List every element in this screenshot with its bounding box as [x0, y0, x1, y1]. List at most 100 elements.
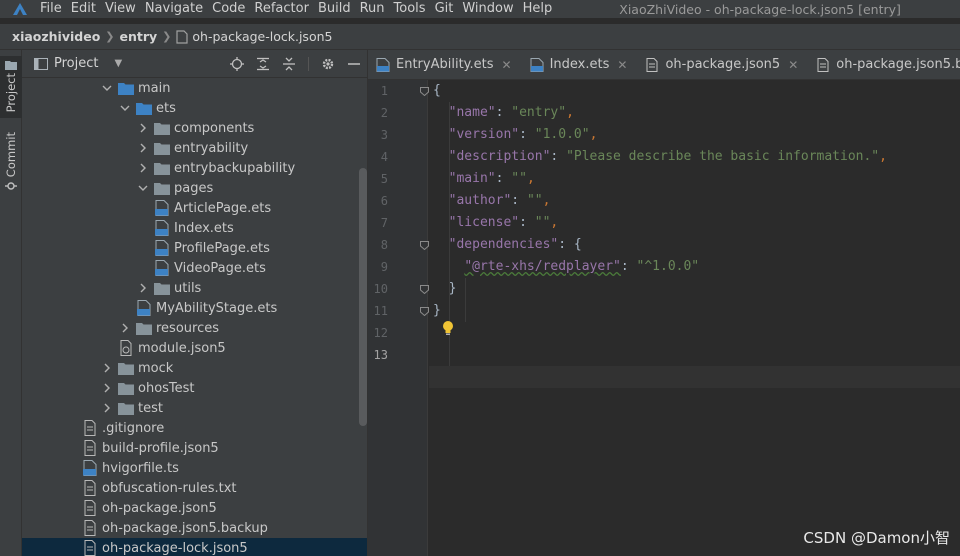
- file-icon: [82, 520, 98, 536]
- chevron-right-icon[interactable]: [120, 323, 130, 333]
- current-line-highlight: [429, 366, 960, 388]
- tree-item[interactable]: main: [22, 78, 367, 98]
- tree-item[interactable]: Index.ets: [22, 218, 367, 238]
- breadcrumb-project[interactable]: xiaozhivideo: [12, 29, 100, 44]
- json-file-icon: [645, 57, 659, 72]
- tree-item[interactable]: oh-package.json5: [22, 498, 367, 518]
- chevron-right-icon[interactable]: [138, 143, 148, 153]
- menu-tools[interactable]: Tools: [394, 0, 426, 18]
- project-tree: main ets components entryability entrybackup…: [22, 78, 367, 556]
- tab-entryability[interactable]: EntryAbility.ets ✕: [368, 50, 522, 79]
- tab-index[interactable]: Index.ets ✕: [522, 50, 638, 79]
- tree-item[interactable]: ProfilePage.ets: [22, 238, 367, 258]
- menu-edit[interactable]: Edit: [71, 0, 96, 18]
- expand-all-icon[interactable]: [256, 57, 270, 71]
- tool-tab-project[interactable]: Project: [0, 56, 22, 118]
- tab-oh-package-backup[interactable]: oh-package.json5.backup ✕: [808, 50, 960, 79]
- indent-guide: [465, 278, 466, 322]
- menu-git[interactable]: Git: [435, 0, 454, 18]
- chevron-down-icon[interactable]: [138, 183, 148, 193]
- menu-help[interactable]: Help: [523, 0, 553, 18]
- line-number: 1: [380, 84, 388, 98]
- chevron-right-icon[interactable]: [102, 363, 112, 373]
- line-number: 8: [380, 238, 388, 252]
- menu-window[interactable]: Window: [462, 0, 513, 18]
- line-number: 6: [380, 194, 388, 208]
- file-icon: [82, 440, 98, 456]
- code-line-2: "name": "entry",: [448, 105, 574, 120]
- project-panel-title[interactable]: Project: [54, 56, 98, 71]
- chevron-right-icon[interactable]: [138, 123, 148, 133]
- fold-marker-icon[interactable]: [420, 241, 429, 250]
- chevron-down-icon[interactable]: [120, 103, 130, 113]
- ets-file-icon: [376, 57, 390, 72]
- lightbulb-icon[interactable]: [441, 320, 455, 336]
- line-number: 3: [380, 128, 388, 142]
- menu-refactor[interactable]: Refactor: [254, 0, 309, 18]
- tree-item[interactable]: ArticlePage.ets: [22, 198, 367, 218]
- tree-item[interactable]: ets: [22, 98, 367, 118]
- tree-item[interactable]: test: [22, 398, 367, 418]
- breadcrumb-file[interactable]: oh-package-lock.json5: [192, 29, 332, 44]
- tree-item[interactable]: build-profile.json5: [22, 438, 367, 458]
- locate-file-icon[interactable]: [230, 57, 244, 71]
- tool-tab-project-label: Project: [4, 73, 18, 113]
- close-icon[interactable]: ✕: [788, 58, 798, 72]
- menu-navigate[interactable]: Navigate: [145, 0, 203, 18]
- ets-file-icon: [154, 220, 170, 236]
- tree-item[interactable]: resources: [22, 318, 367, 338]
- tree-item[interactable]: obfuscation-rules.txt: [22, 478, 367, 498]
- gear-icon[interactable]: [321, 57, 335, 71]
- tree-item[interactable]: module.json5: [22, 338, 367, 358]
- code-area[interactable]: { "name": "entry", "version": "1.0.0", "…: [429, 80, 960, 556]
- tree-item[interactable]: utils: [22, 278, 367, 298]
- tree-item[interactable]: MyAbilityStage.ets: [22, 298, 367, 318]
- breadcrumb-module[interactable]: entry: [120, 29, 158, 44]
- tab-oh-package[interactable]: oh-package.json5 ✕: [637, 50, 808, 79]
- tree-item-label: .gitignore: [102, 420, 165, 436]
- line-number: 5: [380, 172, 388, 186]
- menu-run[interactable]: Run: [360, 0, 385, 18]
- breadcrumb-separator: ❯: [162, 30, 172, 43]
- tool-tab-commit[interactable]: Commit: [0, 132, 22, 194]
- chevron-right-icon[interactable]: [138, 283, 148, 293]
- file-icon: [176, 29, 188, 44]
- tree-item[interactable]: VideoPage.ets: [22, 258, 367, 278]
- menu-build[interactable]: Build: [318, 0, 351, 18]
- tree-item[interactable]: ohosTest: [22, 378, 367, 398]
- menu-code[interactable]: Code: [212, 0, 245, 18]
- tree-item[interactable]: oh-package-lock.json5: [22, 538, 367, 556]
- chevron-down-icon[interactable]: ▼: [114, 58, 122, 69]
- tree-item[interactable]: mock: [22, 358, 367, 378]
- chevron-down-icon[interactable]: [102, 83, 112, 93]
- tree-item[interactable]: hvigorfile.ts: [22, 458, 367, 478]
- tree-item[interactable]: entrybackupability: [22, 158, 367, 178]
- tree-item-label: ProfilePage.ets: [174, 240, 270, 256]
- fold-marker-icon[interactable]: [420, 87, 429, 96]
- folder-icon: [136, 322, 152, 335]
- menu-view[interactable]: View: [105, 0, 136, 18]
- watermark: CSDN @Damon小智: [803, 529, 950, 547]
- tree-item[interactable]: entryability: [22, 138, 367, 158]
- collapse-all-icon[interactable]: [282, 57, 296, 71]
- menu-file[interactable]: File: [40, 0, 62, 18]
- code-line-6: "author": "",: [448, 193, 551, 208]
- fold-marker-icon[interactable]: [420, 307, 429, 316]
- tree-item[interactable]: oh-package.json5.backup: [22, 518, 367, 538]
- chevron-right-icon[interactable]: [102, 383, 112, 393]
- close-icon[interactable]: ✕: [502, 58, 512, 72]
- chevron-right-icon[interactable]: [102, 403, 112, 413]
- tree-item[interactable]: components: [22, 118, 367, 138]
- fold-marker-icon[interactable]: [420, 285, 429, 294]
- window-title: XiaoZhiVideo - oh-package-lock.json5 [en…: [619, 1, 901, 17]
- minimize-icon[interactable]: [347, 57, 361, 71]
- close-icon[interactable]: ✕: [617, 58, 627, 72]
- folder-icon: [136, 102, 152, 115]
- tree-item[interactable]: pages: [22, 178, 367, 198]
- tree-scrollbar[interactable]: [359, 168, 367, 426]
- commit-icon: [5, 182, 17, 190]
- code-line-8: "dependencies": {: [448, 237, 582, 252]
- chevron-right-icon[interactable]: [138, 163, 148, 173]
- ets-file-icon: [154, 240, 170, 256]
- tree-item[interactable]: .gitignore: [22, 418, 367, 438]
